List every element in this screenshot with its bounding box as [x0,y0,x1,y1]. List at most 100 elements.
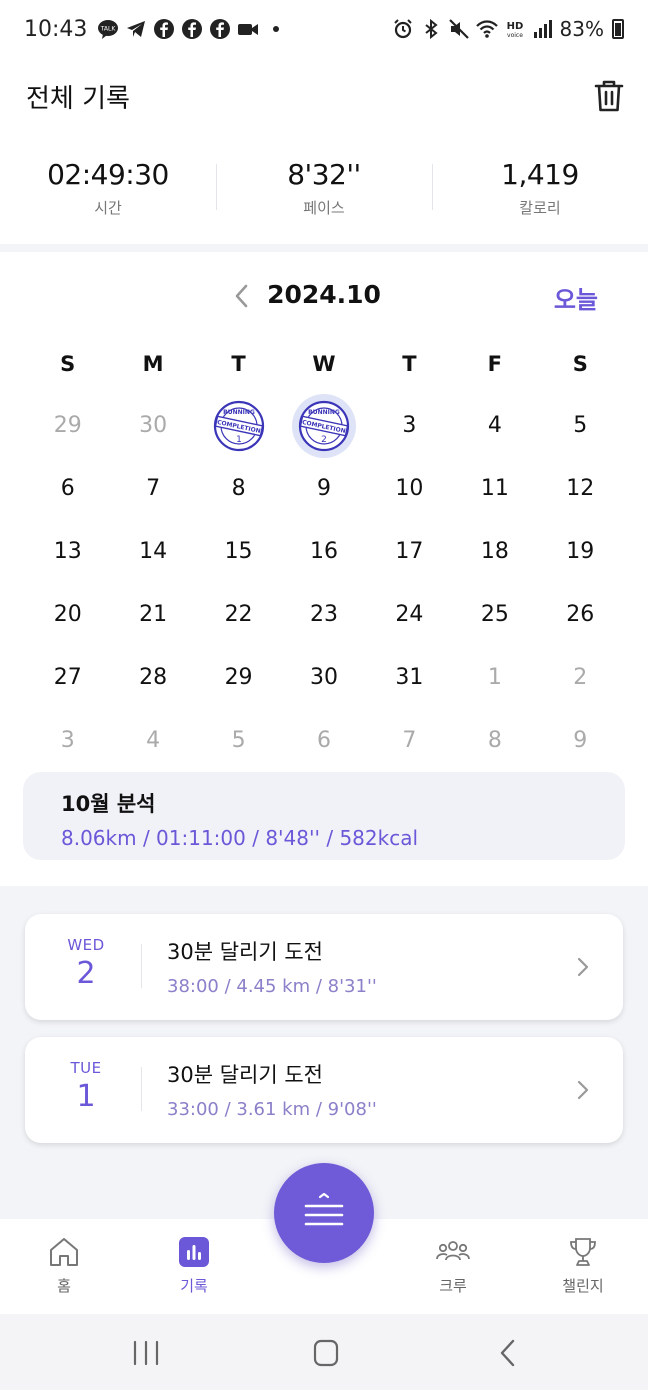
nav-challenge[interactable]: 챌린지 [538,1235,628,1296]
calendar-day[interactable]: 8 [452,709,537,772]
back-button[interactable] [488,1338,528,1368]
calendar-day[interactable]: 8 [196,457,281,520]
divider [141,944,142,988]
day-number: 4 [146,728,161,753]
day-number: 21 [139,602,168,627]
status-time: 10:43 [24,16,88,42]
calendar-day[interactable]: 16 [281,520,366,583]
calendar-day[interactable]: 21 [110,583,195,646]
calendar-day[interactable]: 15 [196,520,281,583]
calendar-day[interactable]: 5 [196,709,281,772]
delete-button[interactable] [592,78,626,114]
nav-label: 챌린지 [562,1277,604,1295]
calendar-day[interactable]: 6 [281,709,366,772]
calendar-day[interactable]: 13 [25,520,110,583]
running-stamp-icon: RUNNINGCOMPLETION2 [298,400,350,451]
calendar-day[interactable]: 25 [452,583,537,646]
nav-home[interactable]: 홈 [19,1235,109,1296]
monthly-analysis: 10월 분석 8.06km / 01:11:00 / 8'48'' / 582k… [23,772,625,860]
home-button[interactable] [306,1338,346,1368]
calendar: 2024.10 오늘 S M T W T F S 29 30 RUNNING COMP… [0,252,648,886]
record-card[interactable]: WED 2 30분 달리기 도전 38:00 / 4.45 km / 8'31'… [25,914,623,1020]
notification-icons: TALK [97,18,287,40]
day-number: 5 [231,728,246,753]
weekday-label: W [312,352,336,376]
record-title: 30분 달리기 도전 [167,1063,323,1087]
calendar-day[interactable]: 7 [110,457,195,520]
calendar-day[interactable]: 9 [281,457,366,520]
day-number: 17 [395,539,424,564]
calendar-day[interactable]: 6 [25,457,110,520]
calendar-day[interactable]: 1 [452,646,537,709]
day-number: 29 [224,665,253,690]
calendar-day[interactable]: 9 [538,709,623,772]
divider [141,1067,142,1111]
stat-time: 02:49:30 시간 [0,158,216,218]
day-number: 7 [146,476,161,501]
calendar-day[interactable]: 7 [367,709,452,772]
crew-icon [436,1241,470,1261]
record-weekday: WED [67,936,105,954]
calendar-day[interactable]: 23 [281,583,366,646]
calendar-day[interactable]: 2 [538,646,623,709]
calendar-day[interactable]: 20 [25,583,110,646]
status-bar: 10:43 TALK HD voice 83% [0,0,648,58]
record-card[interactable]: TUE 1 30분 달리기 도전 33:00 / 3.61 km / 9'08'… [25,1037,623,1143]
menu-fab-button[interactable] [274,1163,374,1263]
day-number: 26 [566,602,595,627]
calendar-day[interactable]: 29 [196,646,281,709]
nav-label: 크루 [439,1277,467,1295]
facebook-icon [181,18,203,40]
calendar-day[interactable]: 28 [110,646,195,709]
month-navigation: 2024.10 오늘 [0,276,648,316]
wifi-icon [475,18,498,40]
svg-text:RUNNING: RUNNING [308,409,340,416]
analysis-title: 10월 분석 [61,792,156,816]
day-number: 29 [53,413,82,438]
calendar-day[interactable]: 3 [25,709,110,772]
record-weekday: TUE [70,1059,102,1077]
today-button[interactable]: 오늘 [554,280,598,315]
day-number: 22 [224,602,253,627]
calendar-day[interactable]: 27 [25,646,110,709]
day-number: 14 [139,539,168,564]
calendar-day[interactable]: 31 [367,646,452,709]
stat-value: 1,419 [501,158,579,191]
recent-apps-button[interactable] [126,1338,166,1368]
hd-voice-icon: HD voice [504,18,526,40]
calendar-day[interactable]: RUNNING COMPLETION 1 [196,394,281,457]
calendar-day[interactable]: 17 [367,520,452,583]
weekday-label: T [231,352,246,376]
calendar-day[interactable]: 10 [367,457,452,520]
day-number: 24 [395,602,424,627]
nav-records[interactable]: 기록 [149,1235,239,1296]
calendar-day[interactable]: 30 [281,646,366,709]
calendar-day[interactable]: 19 [538,520,623,583]
calendar-day[interactable]: 3 [367,394,452,457]
calendar-day[interactable]: 5 [538,394,623,457]
day-number: 1 [487,665,502,690]
calendar-day[interactable]: 12 [538,457,623,520]
calendar-day[interactable]: 14 [110,520,195,583]
calendar-day[interactable]: RUNNING COMPLETION 2 [281,393,366,458]
day-number: 9 [316,476,331,501]
kakaotalk-icon: TALK [97,18,119,40]
nav-label: 홈 [57,1277,71,1295]
day-number: 6 [60,476,75,501]
calendar-day[interactable]: 26 [538,583,623,646]
completion-stamp: RUNNING COMPLETION 1 [213,400,265,452]
chevron-right-icon [577,957,589,977]
nav-crew[interactable]: 크루 [408,1235,498,1296]
calendar-day[interactable]: 22 [196,583,281,646]
telegram-icon [125,18,147,40]
calendar-day[interactable]: 4 [452,394,537,457]
calendar-day[interactable]: 18 [452,520,537,583]
calendar-day[interactable]: 11 [452,457,537,520]
day-number: 27 [53,665,82,690]
calendar-day[interactable]: 4 [110,709,195,772]
calendar-day[interactable]: 29 [25,394,110,457]
record-day: 2 [76,956,96,991]
calendar-day[interactable]: 24 [367,583,452,646]
calendar-day[interactable]: 30 [110,394,195,457]
stat-label: 칼로리 [519,199,561,217]
